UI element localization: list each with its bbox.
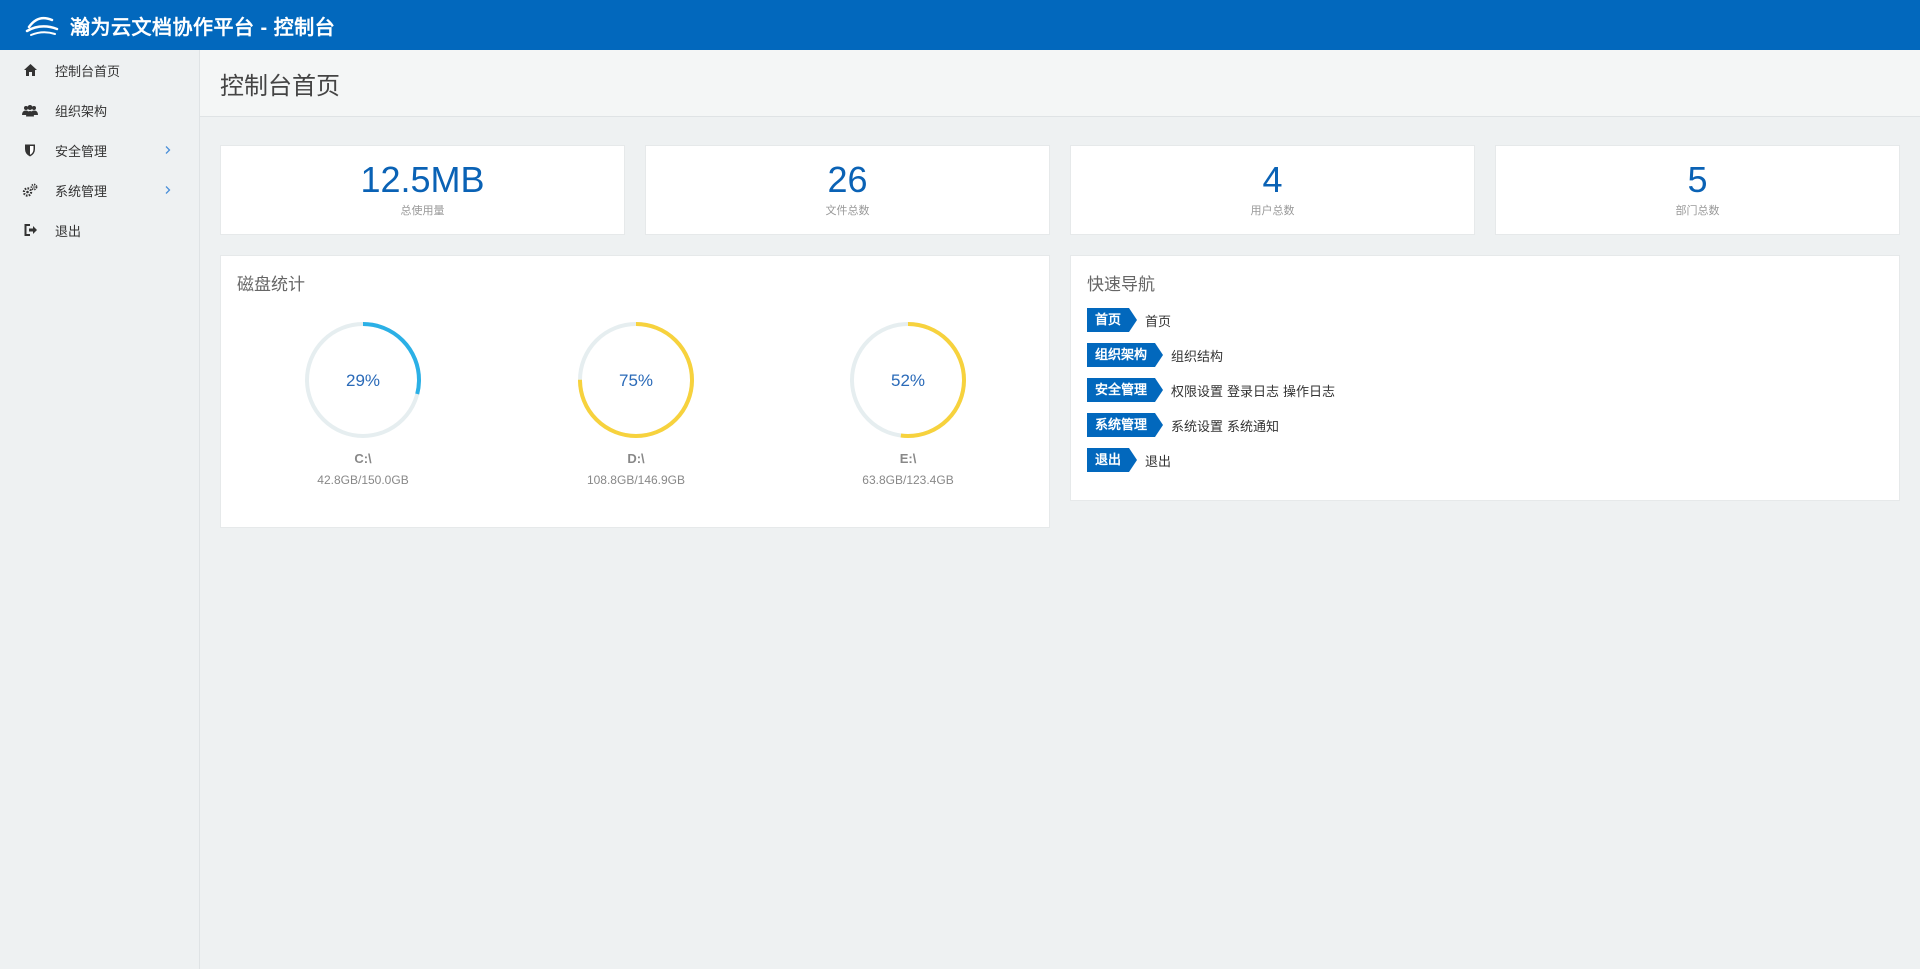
sign-out-icon [22,222,38,238]
disk-stats-panel: 磁盘统计 29% C:\ 42.8GB/150.0GB 75% D:\ 108.… [220,255,1050,528]
chevron-right-icon [165,146,171,154]
quick-nav-row-home: 首页 首页 [1087,308,1175,332]
sidebar-item-security[interactable]: 安全管理 [0,130,199,170]
quick-nav-link-org-structure[interactable]: 组织结构 [1171,346,1223,365]
drive-name: D:\ [627,451,645,466]
stat-value: 12.5MB [360,159,485,200]
quick-nav-tag: 组织架构 [1087,343,1164,367]
drive-name: C:\ [354,451,372,466]
drive-usage: 63.8GB/123.4GB [862,473,954,487]
quick-nav-link-system-settings[interactable]: 系统设置 [1171,416,1223,435]
drive-usage: 42.8GB/150.0GB [317,473,409,487]
drive-name: E:\ [899,451,917,466]
sidebar-item-dashboard[interactable]: 控制台首页 [0,50,199,90]
stat-card-department-count: 5 部门总数 [1495,145,1900,235]
home-icon [22,62,38,78]
sidebar-item-label: 系统管理 [55,183,108,199]
percent-label: 29% [346,371,380,390]
quick-nav-tag: 首页 [1087,308,1138,332]
page-title: 控制台首页 [220,72,340,100]
quick-nav-link-system-notices[interactable]: 系统通知 [1227,416,1279,435]
sidebar-item-label: 组织架构 [55,103,108,119]
users-icon [22,102,38,118]
sidebar-item-organization[interactable]: 组织架构 [0,90,199,130]
quick-nav-panel: 快速导航 首页 首页 组织架构 组织结构 安全管理 权限设置 登录日志 操作日志… [1070,255,1900,501]
panel-title: 磁盘统计 [237,275,305,294]
page-header: 控制台首页 [200,50,1920,117]
app-title: 瀚为云文档协作平台 - 控制台 [70,16,336,39]
stat-label: 总使用量 [400,204,445,217]
quick-nav-tag: 安全管理 [1087,378,1164,402]
sidebar-item-label: 控制台首页 [55,63,121,79]
stat-label: 用户总数 [1250,204,1295,217]
percent-label: 52% [891,371,925,390]
gears-icon [22,182,38,198]
stat-card-file-count: 26 文件总数 [645,145,1050,235]
quick-nav-row-organization: 组织架构 组织结构 [1087,343,1227,367]
panel-title: 快速导航 [1087,275,1155,294]
main-content: 控制台首页 12.5MB 总使用量 26 文件总数 4 用户总数 5 部门总数 … [200,50,1920,969]
quick-nav-row-system: 系统管理 系统设置 系统通知 [1087,413,1283,437]
sidebar: 控制台首页 组织架构 安全管理 系统管理 退出 [0,50,200,969]
percent-label: 75% [619,371,653,390]
disk-gauge-c: 29% C:\ 42.8GB/150.0GB [298,321,428,487]
disk-ring-chart: 52% [850,322,966,438]
stat-label: 文件总数 [825,204,870,217]
sidebar-item-system[interactable]: 系统管理 [0,170,199,210]
quick-nav-tag: 系统管理 [1087,413,1164,437]
sidebar-item-label: 退出 [55,223,82,239]
stat-value: 4 [1262,159,1283,200]
quick-nav-tag: 退出 [1087,448,1138,472]
stat-card-total-usage: 12.5MB 总使用量 [220,145,625,235]
sidebar-item-label: 安全管理 [55,143,108,159]
stat-value: 26 [827,159,868,200]
stat-value: 5 [1687,159,1708,200]
stat-card-user-count: 4 用户总数 [1070,145,1475,235]
quick-nav-row-security: 安全管理 权限设置 登录日志 操作日志 [1087,378,1339,402]
quick-nav-link-logout[interactable]: 退出 [1145,451,1171,470]
top-header: 瀚为云文档协作平台 - 控制台 [0,0,1920,50]
quick-nav-row-logout: 退出 退出 [1087,448,1175,472]
disk-ring-chart: 75% [578,322,694,438]
quick-nav-link-home[interactable]: 首页 [1145,311,1171,330]
chevron-right-icon [165,186,171,194]
quick-nav-link-operation-log[interactable]: 操作日志 [1283,381,1335,400]
sidebar-item-logout[interactable]: 退出 [0,210,199,250]
cloud-logo-icon [25,16,59,36]
shield-icon [22,142,38,158]
disk-gauge-e: 52% E:\ 63.8GB/123.4GB [843,321,973,487]
quick-nav-link-login-log[interactable]: 登录日志 [1227,381,1279,400]
disk-gauge-d: 75% D:\ 108.8GB/146.9GB [571,321,701,487]
quick-nav-link-permissions[interactable]: 权限设置 [1171,381,1223,400]
drive-usage: 108.8GB/146.9GB [586,473,686,487]
stat-label: 部门总数 [1675,204,1720,217]
disk-ring-chart: 29% [305,322,421,438]
